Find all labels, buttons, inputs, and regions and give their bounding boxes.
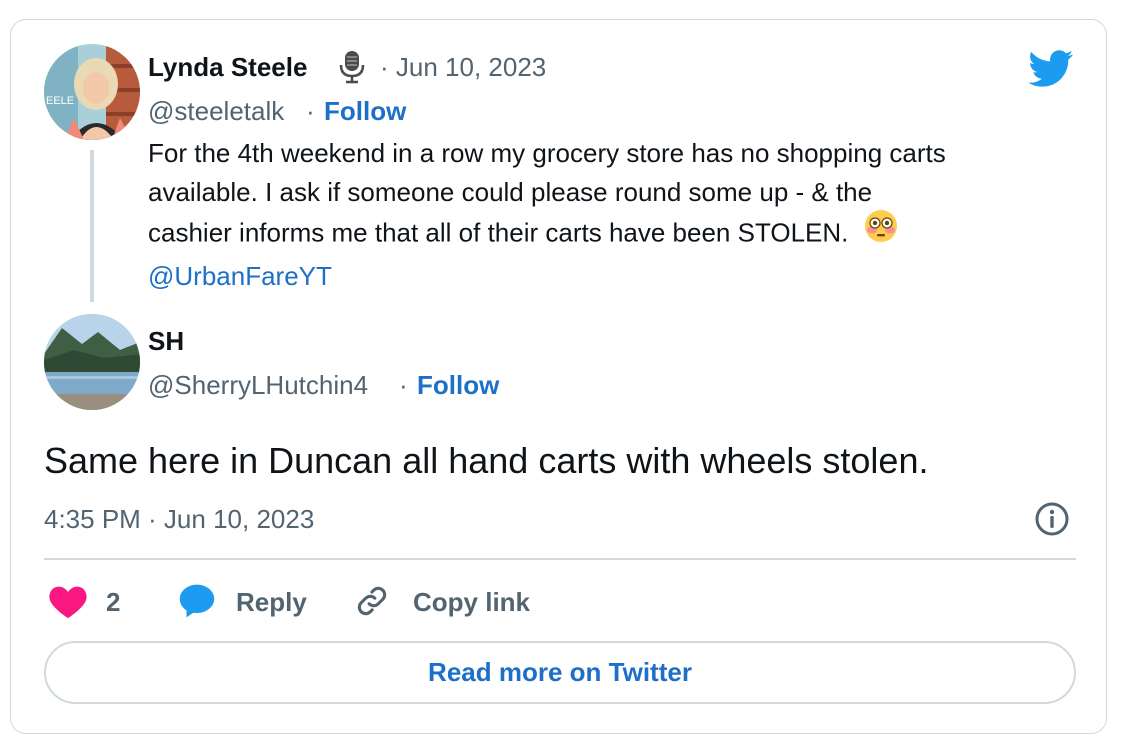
reply-author-name[interactable]: SH — [148, 326, 184, 357]
copy-link-button[interactable]: Copy link — [413, 587, 530, 618]
svg-text:EELE: EELE — [46, 95, 74, 107]
info-icon[interactable] — [1034, 501, 1070, 542]
reply-author-handle[interactable]: @SherryLHutchin4 — [148, 370, 368, 401]
read-more-on-twitter-button[interactable]: Read more on Twitter — [44, 641, 1076, 704]
parent-tweet-text: For the 4th weekend in a row my grocery … — [148, 134, 1088, 296]
reply-button[interactable]: Reply — [236, 587, 307, 618]
speech-bubble-icon[interactable] — [178, 583, 216, 624]
microphone-icon — [338, 50, 366, 89]
parent-author-name[interactable]: Lynda Steele — [148, 52, 307, 83]
handle-separator: · — [306, 96, 315, 126]
parent-author-handle[interactable]: @steeletalk — [148, 96, 284, 127]
reply-timestamp[interactable]: 4:35 PM · Jun 10, 2023 — [44, 504, 314, 535]
avatar-lynda-steele[interactable]: EELE — [44, 44, 140, 140]
reply-tweet-text: Same here in Duncan all hand carts with … — [44, 440, 929, 481]
parent-text-line-3-text: cashier informs me that all of their car… — [148, 217, 856, 248]
parent-text-line-1: For the 4th weekend in a row my grocery … — [148, 138, 946, 168]
follow-button-lynda[interactable]: Follow — [324, 96, 406, 127]
handle-separator: · — [399, 370, 408, 400]
flushed-face-emoji — [864, 209, 898, 254]
parent-text-line-3: cashier informs me that all of their car… — [148, 209, 1088, 257]
mention-link-urbanfare[interactable]: @UrbanFareYT — [148, 257, 1088, 296]
parent-tweet-date[interactable]: · Jun 10, 2023 — [380, 52, 546, 83]
action-divider — [44, 558, 1076, 560]
link-icon[interactable] — [355, 584, 389, 623]
thread-connector-line — [90, 150, 94, 302]
like-count[interactable]: 2 — [106, 587, 120, 618]
avatar-sh[interactable] — [44, 314, 140, 410]
parent-text-line-2: available. I ask if someone could please… — [148, 177, 873, 207]
twitter-bird-icon[interactable] — [1028, 50, 1074, 93]
follow-button-sh[interactable]: Follow — [417, 370, 499, 401]
heart-icon[interactable] — [48, 585, 88, 624]
